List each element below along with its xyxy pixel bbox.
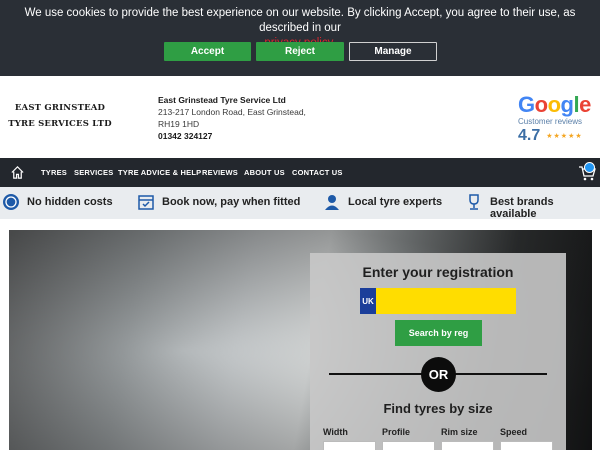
tyre-search-panel xyxy=(310,253,566,450)
nav-item-about-us[interactable]: ABOUT US xyxy=(244,168,285,177)
or-label: OR xyxy=(421,357,456,392)
size-search-title: Find tyres by size xyxy=(383,401,493,416)
width-label: Width xyxy=(323,427,348,437)
site-header: EAST GRINSTEAD TYRE SERVICES LTD East Gr… xyxy=(0,76,600,158)
reg-search-title: Enter your registration xyxy=(362,264,514,280)
registration-input[interactable] xyxy=(376,288,516,314)
coin-icon xyxy=(3,194,19,210)
google-reviews-badge[interactable]: Google Customer reviews 4.7 ★★★★★ xyxy=(518,94,594,145)
cart-count-badge xyxy=(584,162,595,173)
phone-number[interactable]: 01342 324127 xyxy=(158,130,306,142)
width-select[interactable] xyxy=(323,441,376,450)
search-by-reg-button[interactable]: Search by reg xyxy=(395,320,482,346)
business-address: East Grinstead Tyre Service Ltd 213-217 … xyxy=(158,94,306,142)
speed-label: Speed xyxy=(500,427,528,437)
nav-item-contact-us[interactable]: CONTACT US xyxy=(292,168,343,177)
uk-plate-badge: UK xyxy=(360,288,376,314)
address-line-1: 213-217 London Road, East Grinstead, xyxy=(158,107,306,117)
rim-size-label: Rim size xyxy=(441,427,478,437)
nav-item-tyres[interactable]: TYRES xyxy=(41,168,67,177)
nav-item-services[interactable]: SERVICES xyxy=(74,168,113,177)
main-nav: TYRES SERVICES TYRE ADVICE & HELP REVIEW… xyxy=(0,158,600,187)
nav-item-reviews[interactable]: REVIEWS xyxy=(202,168,238,177)
usp-best-brands: Best brands available xyxy=(490,196,554,220)
usp-no-hidden-costs: No hidden costs xyxy=(27,196,113,208)
business-name: East Grinstead Tyre Service Ltd xyxy=(158,95,286,105)
nav-item-tyre-advice[interactable]: TYRE ADVICE & HELP xyxy=(118,168,201,177)
google-rating-row: 4.7 ★★★★★ xyxy=(518,127,594,145)
profile-select[interactable] xyxy=(382,441,435,450)
usp-bar: No hidden costs Book now, pay when fitte… xyxy=(0,187,600,220)
trophy-icon xyxy=(469,194,479,210)
person-icon xyxy=(325,195,339,210)
google-rating-value: 4.7 xyxy=(518,127,541,144)
rim-size-select[interactable] xyxy=(441,441,494,450)
profile-label: Profile xyxy=(382,427,411,437)
cookie-banner: We use cookies to provide the best exper… xyxy=(0,0,600,76)
calendar-icon xyxy=(138,195,154,210)
google-reviews-label: Customer reviews xyxy=(518,117,583,126)
home-icon[interactable] xyxy=(10,165,25,180)
reject-cookies-button[interactable]: Reject xyxy=(256,42,344,61)
accept-cookies-button[interactable]: Accept xyxy=(164,42,251,61)
google-logo: Google xyxy=(518,92,591,117)
site-logo[interactable]: EAST GRINSTEAD TYRE SERVICES LTD xyxy=(8,100,112,132)
logo-line-2: TYRE SERVICES LTD xyxy=(8,119,112,129)
rating-stars-icon: ★★★★★ xyxy=(546,133,583,140)
usp-local-experts: Local tyre experts xyxy=(348,196,443,208)
usp-book-now: Book now, pay when fitted xyxy=(162,196,301,208)
speed-select[interactable] xyxy=(500,441,553,450)
manage-cookies-button[interactable]: Manage xyxy=(349,42,437,61)
cookie-text: We use cookies to provide the best exper… xyxy=(24,7,576,34)
address-line-2: RH19 1HD xyxy=(158,119,200,129)
logo-line-1: EAST GRINSTEAD xyxy=(14,103,106,113)
